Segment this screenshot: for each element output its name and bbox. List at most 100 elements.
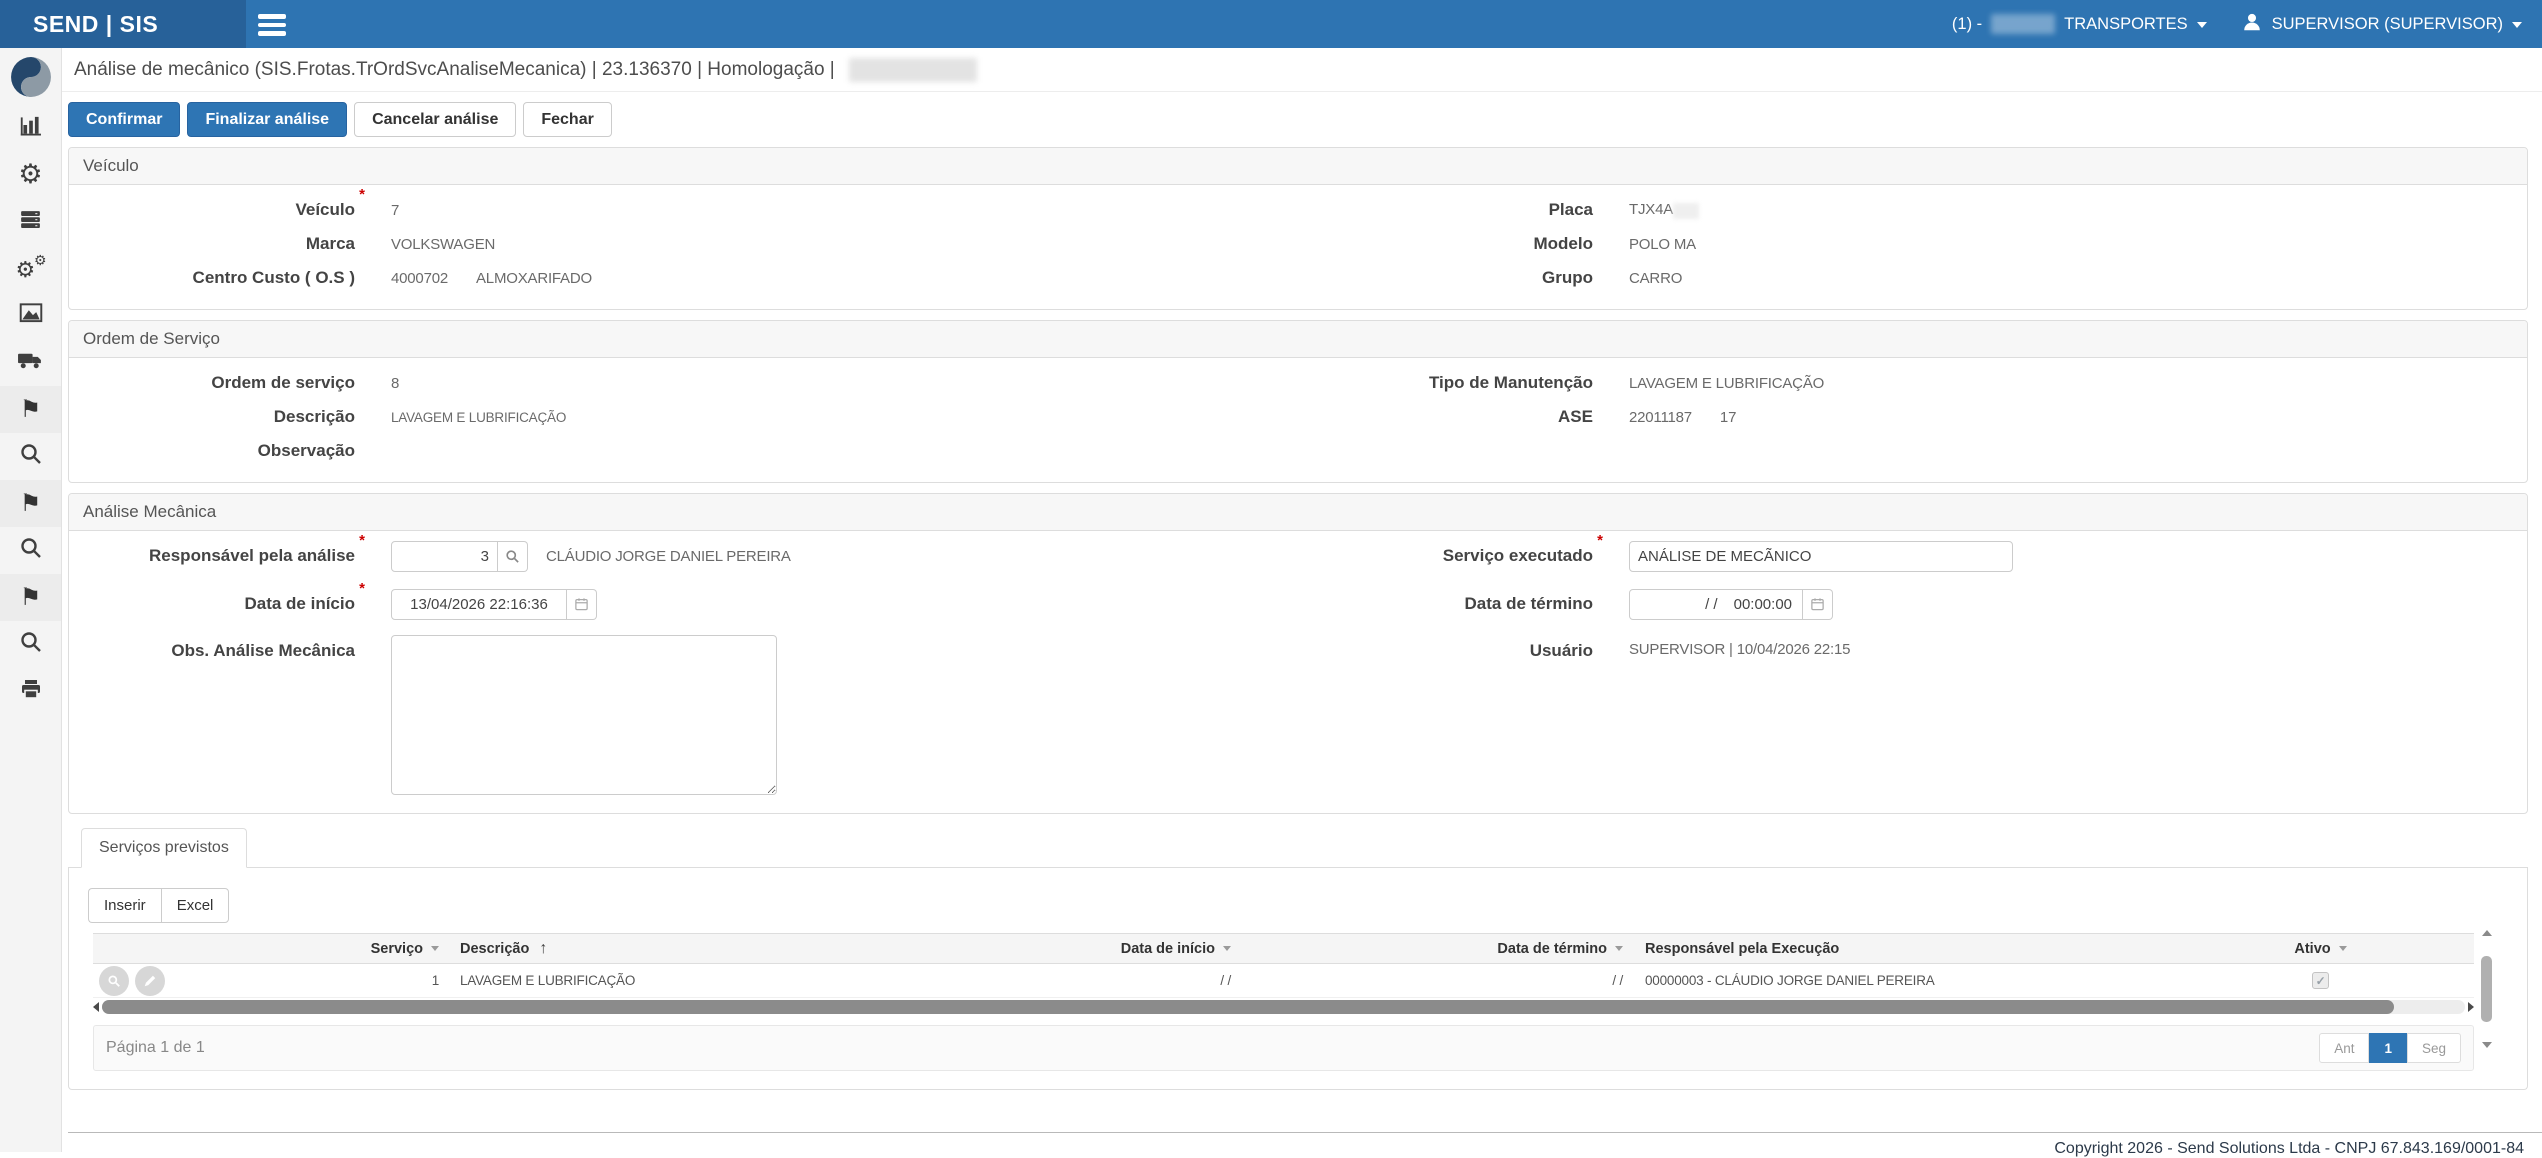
scroll-down-icon[interactable] — [2482, 1042, 2492, 1048]
top-bar: SEND | SIS (1) - TRANSPORTES SUPERVISOR … — [0, 0, 2542, 48]
sidebar-item-flag-1[interactable]: ⚑ — [0, 386, 61, 433]
descricao-value: LAVAGEM E LUBRIFICAÇÃO — [391, 410, 1305, 425]
data-termino-calendar-button[interactable] — [1803, 589, 1833, 620]
sidebar: ⚙ ⚙⚙ ⚑ ⚑ ⚑ — [0, 48, 62, 1152]
vehicle-panel: Veículo Veículo* 7 Placa TJX4A Marca VOL… — [68, 147, 2528, 310]
sidebar-item-search-3[interactable] — [0, 621, 61, 668]
pager-info: Página 1 de 1 — [106, 1039, 205, 1057]
column-header-servico[interactable]: Serviço — [193, 941, 439, 957]
sidebar-item-reports[interactable] — [0, 292, 61, 339]
user-menu[interactable]: SUPERVISOR (SUPERVISOR) — [2241, 11, 2522, 38]
tab-servicos-previstos[interactable]: Serviços previstos — [81, 828, 247, 868]
tipo-manutencao-value: LAVAGEM E LUBRIFICAÇÃO — [1629, 375, 2527, 392]
data-inicio-calendar-button[interactable] — [567, 589, 597, 620]
observacao-label: Observação — [69, 441, 355, 461]
centro-custo-label: Centro Custo ( O.S ) — [69, 268, 355, 288]
pager-prev-button[interactable]: Ant — [2319, 1033, 2369, 1063]
horizontal-scrollbar-thumb[interactable] — [102, 1000, 2394, 1014]
sidebar-item-settings[interactable]: ⚙ — [0, 151, 61, 198]
search-icon — [19, 630, 43, 659]
organization-menu[interactable]: (1) - TRANSPORTES — [1952, 14, 2207, 34]
pager-page-1-button[interactable]: 1 — [2369, 1033, 2407, 1063]
flag-icon: ⚑ — [20, 492, 42, 516]
app-logo[interactable] — [0, 48, 61, 104]
row-edit-button[interactable] — [135, 966, 165, 996]
app-brand: SEND | SIS — [0, 0, 246, 48]
modelo-label: Modelo — [1341, 234, 1593, 254]
calendar-icon — [1810, 596, 1825, 612]
filter-caret-icon — [1223, 946, 1231, 951]
servico-executado-input[interactable] — [1629, 541, 2013, 572]
finalize-analysis-button[interactable]: Finalizar análise — [187, 102, 347, 137]
cell-descricao: LAVAGEM E LUBRIFICAÇÃO — [439, 973, 999, 988]
veiculo-label: Veículo* — [69, 200, 355, 220]
panel-title: Ordem de Serviço — [69, 321, 2527, 358]
excel-button[interactable]: Excel — [161, 888, 230, 923]
hamburger-menu-icon[interactable] — [258, 14, 286, 40]
scroll-up-icon[interactable] — [2482, 930, 2492, 936]
horizontal-scrollbar[interactable] — [93, 998, 2474, 1015]
panel-title: Veículo — [69, 148, 2527, 185]
sidebar-item-flag-3[interactable]: ⚑ — [0, 574, 61, 621]
sidebar-item-flag-2[interactable]: ⚑ — [0, 480, 61, 527]
ordem-servico-value: 8 — [391, 375, 1305, 392]
search-icon — [505, 549, 520, 564]
search-icon — [19, 442, 43, 471]
centro-custo-value: 4000702ALMOXARIFADO — [391, 270, 1305, 287]
cancel-analysis-button[interactable]: Cancelar análise — [354, 102, 516, 137]
responsavel-name: CLÁUDIO JORGE DANIEL PEREIRA — [546, 548, 791, 565]
responsavel-code-input[interactable] — [391, 541, 498, 572]
placa-label: Placa — [1341, 200, 1593, 220]
obs-analise-textarea[interactable] — [391, 635, 777, 795]
redacted-org-name — [1991, 14, 2055, 34]
data-inicio-input[interactable] — [391, 589, 567, 620]
vertical-scrollbar-thumb[interactable] — [2481, 956, 2492, 1022]
page-title: Análise de mecânico (SIS.Frotas.TrOrdSvc… — [74, 59, 835, 81]
sidebar-item-server[interactable] — [0, 198, 61, 245]
cogs-icon: ⚙⚙ — [16, 255, 46, 283]
scroll-right-icon[interactable] — [2468, 1002, 2474, 1012]
scroll-left-icon[interactable] — [93, 1002, 99, 1012]
usuario-value: SUPERVISOR | 10/04/2026 22:15 — [1629, 635, 2527, 658]
tipo-manutencao-label: Tipo de Manutenção — [1341, 373, 1593, 393]
servicos-previstos-panel: Inserir Excel Serviço Descrição↑ Data de… — [68, 868, 2528, 1090]
modelo-value: POLO MA — [1629, 236, 2527, 253]
inserir-button[interactable]: Inserir — [88, 888, 161, 923]
sidebar-item-print[interactable] — [0, 668, 61, 715]
cell-responsavel: 00000003 - CLÁUDIO JORGE DANIEL PEREIRA — [1631, 973, 2251, 988]
pager: Página 1 de 1 Ant 1 Seg — [93, 1025, 2474, 1071]
required-asterisk: * — [359, 186, 365, 203]
pager-next-button[interactable]: Seg — [2407, 1033, 2461, 1063]
calendar-icon — [574, 596, 589, 612]
flag-icon: ⚑ — [20, 398, 42, 422]
close-button[interactable]: Fechar — [523, 102, 611, 137]
ativo-checkbox[interactable]: ✓ — [2312, 972, 2329, 989]
sidebar-item-search-1[interactable] — [0, 433, 61, 480]
placa-value: TJX4A — [1629, 201, 2527, 218]
confirm-button[interactable]: Confirmar — [68, 102, 180, 137]
ase-label: ASE — [1341, 407, 1593, 427]
org-name: TRANSPORTES — [2064, 15, 2187, 34]
filter-caret-icon — [1615, 946, 1623, 951]
gear-icon: ⚙ — [18, 161, 42, 188]
column-header-responsavel[interactable]: Responsável pela Execução — [1631, 941, 2251, 957]
column-header-data-termino[interactable]: Data de término — [1241, 941, 1631, 957]
cell-data-termino: / / — [1241, 973, 1631, 988]
vertical-scrollbar[interactable] — [2480, 930, 2493, 1048]
sidebar-item-search-2[interactable] — [0, 527, 61, 574]
row-view-button[interactable] — [99, 966, 129, 996]
server-icon — [18, 207, 43, 237]
ordem-servico-label: Ordem de serviço — [69, 373, 355, 393]
sidebar-item-dashboard[interactable] — [0, 104, 61, 151]
column-header-data-inicio[interactable]: Data de início — [999, 941, 1241, 957]
redacted-placa-suffix — [1673, 203, 1699, 219]
ase-value: 2201118717 — [1629, 409, 2527, 426]
required-asterisk: * — [359, 580, 365, 597]
sidebar-item-processes[interactable]: ⚙⚙ — [0, 245, 61, 292]
sidebar-item-fleet[interactable] — [0, 339, 61, 386]
responsavel-search-button[interactable] — [498, 541, 528, 572]
data-termino-input[interactable]: / /00:00:00 — [1629, 589, 1803, 620]
bar-chart-icon — [18, 112, 44, 143]
column-header-descricao[interactable]: Descrição↑ — [439, 940, 999, 958]
column-header-ativo[interactable]: Ativo — [2251, 941, 2390, 957]
